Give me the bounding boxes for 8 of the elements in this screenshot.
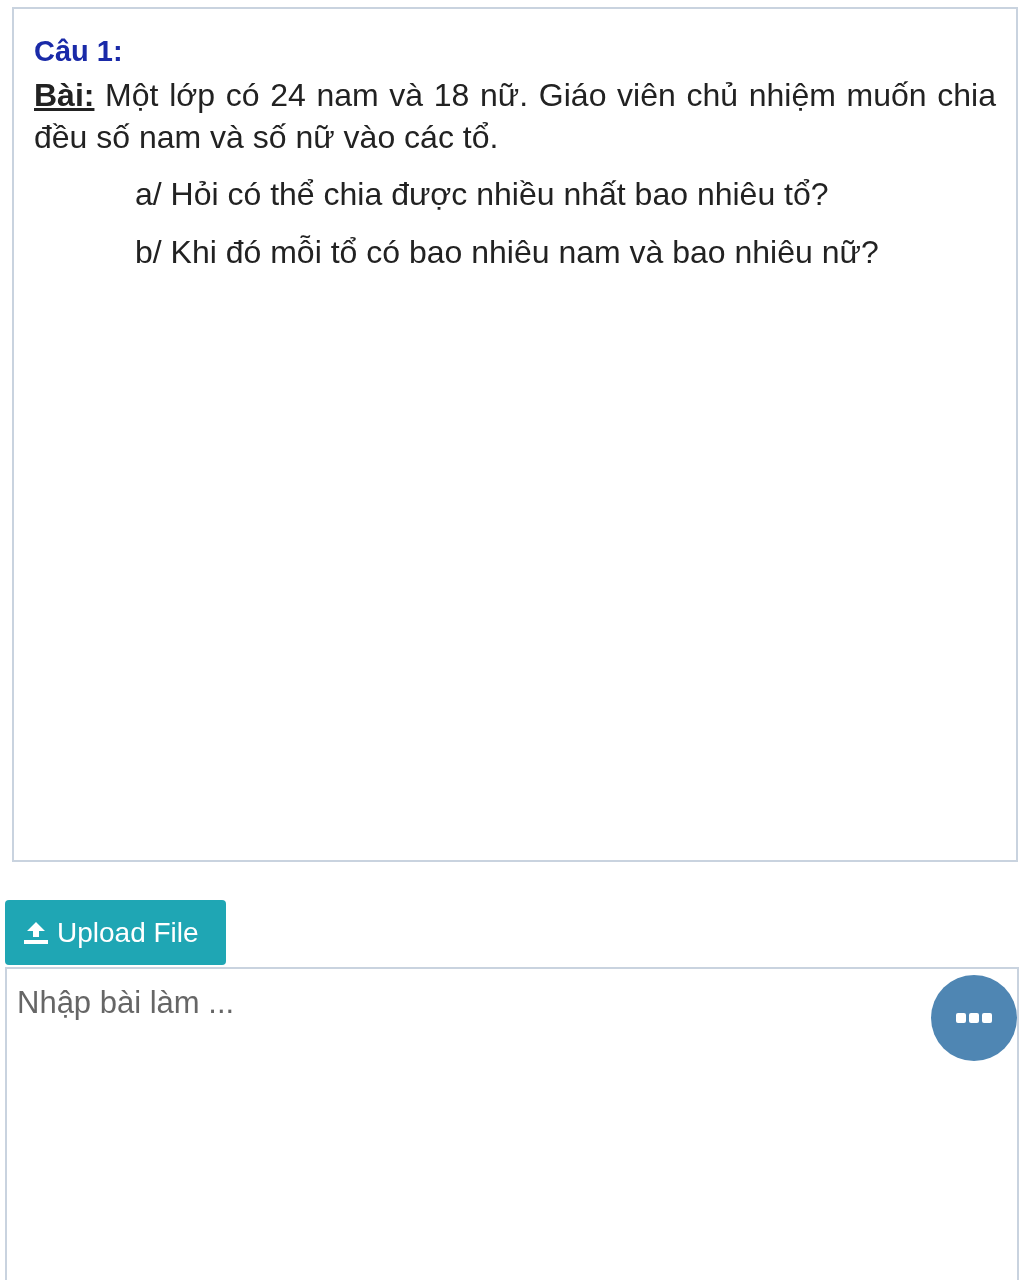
upload-icon xyxy=(23,920,49,945)
sub-question: a/ Hỏi có thể chia được nhiều nhất bao nhiêu tổ? xyxy=(135,175,830,214)
answer-field[interactable]: Nhập bài làm ... xyxy=(5,967,1019,1280)
sub-question: b/ Khi đó mỗi tổ có bao nhiêu nam và bao nhiêu nữ? xyxy=(135,233,880,272)
upload-file-button[interactable]: Upload File xyxy=(5,900,226,965)
question-title: Câu 1: xyxy=(34,35,124,68)
more-icon xyxy=(955,1012,993,1024)
problem-text: Bài: Một lớp có 24 nam và 18 nữ. Giáo viên chủ nhiệm muốn chia đều số nam và số nữ vào các tổ. xyxy=(34,76,996,157)
